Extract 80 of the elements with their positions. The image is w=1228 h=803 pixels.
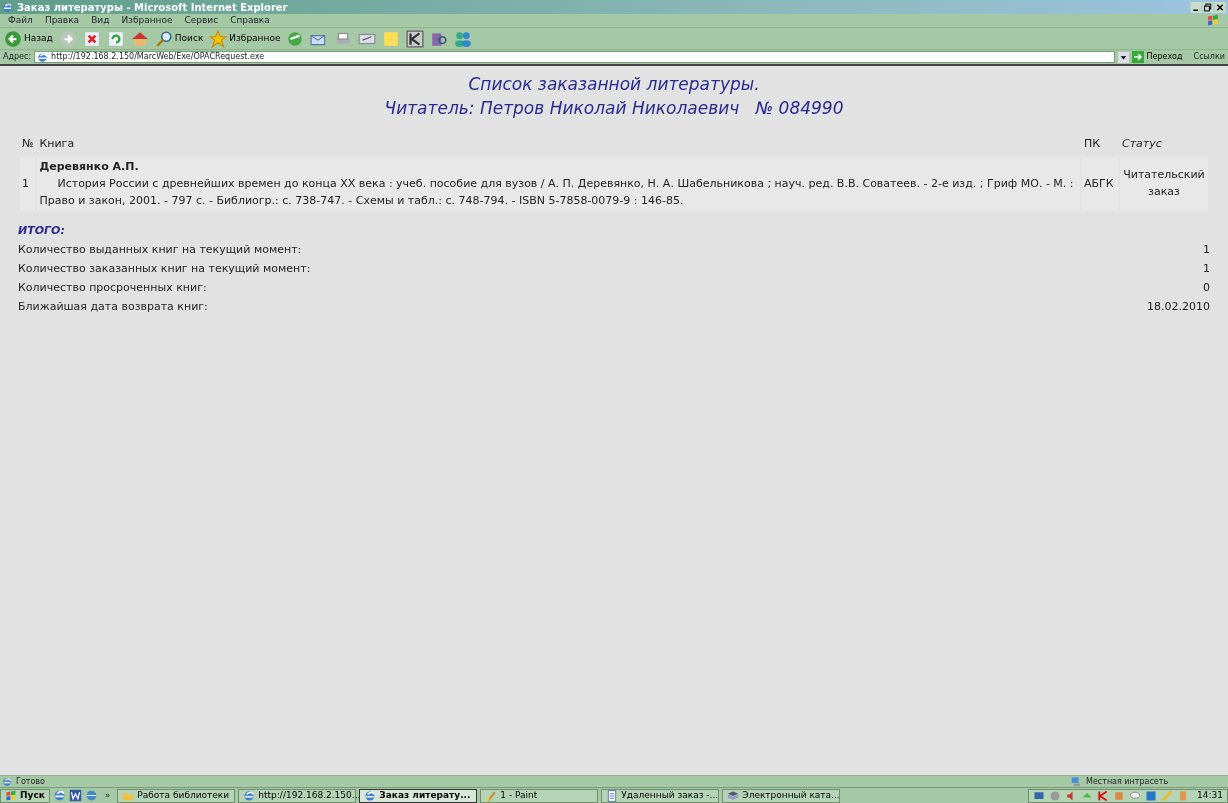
column-header: ПК [1083, 136, 1102, 152]
summary-label: Количество просроченных книг: [18, 279, 207, 296]
media-icon[interactable] [286, 29, 305, 48]
tray-icon [1033, 789, 1046, 802]
back-button[interactable]: Назад [4, 29, 53, 48]
address-label: Адрес: [3, 51, 32, 63]
menu-item[interactable]: Избранное [121, 13, 173, 28]
summary-label: Ближайшая дата возврата книг: [18, 298, 208, 315]
refresh-icon[interactable] [106, 29, 125, 48]
table-cell: 1 [20, 156, 36, 211]
summary-value: 1 [1203, 260, 1210, 277]
arrow-icon [1132, 51, 1145, 63]
summary-value: 18.02.2010 [1147, 298, 1210, 315]
go-button[interactable]: Переход [1132, 51, 1183, 63]
stop-icon[interactable] [82, 29, 101, 48]
page-icon [2, 776, 12, 787]
forward-icon[interactable] [58, 29, 77, 48]
browser-icon [364, 789, 377, 802]
author-name: Деревянко А.П. [39, 158, 140, 175]
summary-label: Количество заказанных книг на текущий момент: [18, 260, 311, 277]
browser-icon [2, 1, 13, 13]
taskbar-button[interactable]: Работа библиотеки [117, 788, 236, 803]
menu-item[interactable]: Правка [44, 13, 80, 28]
address-field[interactable]: http://192.168.2.150/MarcWeb/Exe/OPACRequest.exe [34, 51, 1116, 63]
menu-item[interactable]: Файл [8, 13, 33, 28]
restore-icon[interactable] [1202, 1, 1214, 13]
book-description: История России с древнейших времен до конца XX века : учеб. пособие для вузов / А. П. Деревянко, Н. А. Шабельникова ; науч. ред. В.В. Соватеев. - 2-е изд. ; Гриф МО. - М. : Право и закон, 2001. - 797 с. - Библиогр.: с. 738-747. - Схемы и табл.: с. 748-794. - ISBN 5-7858-0079-9 : 146-85. [39, 176, 1075, 209]
totals-title: ИТОГО: [18, 223, 66, 239]
minimize-icon[interactable] [1190, 1, 1202, 13]
windows-logo-icon [1206, 14, 1220, 27]
book-icon [727, 789, 740, 802]
search-icon [154, 29, 173, 48]
table-cell: Читательский заказ [1120, 156, 1208, 211]
star-icon [209, 29, 228, 48]
page-icon [37, 51, 49, 63]
page-heading: Список заказанной литературы. [467, 73, 761, 96]
document-icon [606, 789, 619, 802]
back-icon [4, 29, 22, 48]
more-button[interactable]: » [104, 788, 111, 803]
start-button[interactable]: Пуск [0, 788, 50, 803]
taskbar-button[interactable]: http://192.168.2.150... [238, 788, 357, 803]
table-cell: АБГК [1082, 156, 1118, 211]
k-icon[interactable] [406, 29, 425, 48]
summary-value: 0 [1203, 279, 1210, 296]
menu-item[interactable]: Справка [230, 13, 270, 28]
tray-icon [1145, 789, 1158, 802]
word-icon[interactable] [68, 789, 82, 802]
window-title: Заказ литературы - Microsoft Internet Explorer [17, 0, 288, 15]
summary-label: Количество выданных книг на текущий момент: [18, 241, 302, 258]
tray-icon [1097, 789, 1110, 802]
tray-icon [1129, 789, 1142, 802]
column-header: № [21, 136, 35, 152]
windows-logo-icon [5, 789, 17, 802]
search-button[interactable]: Поиск [154, 29, 204, 48]
taskbar-button[interactable]: Заказ литерату... [359, 788, 478, 803]
menu-item[interactable]: Вид [91, 13, 110, 28]
column-header: Книга [38, 136, 76, 152]
links-button[interactable]: Ссылки [1193, 51, 1225, 63]
close-icon[interactable] [1214, 1, 1226, 13]
page-heading: Читатель: Петров Николай Николаевич № 084990 [383, 97, 845, 120]
browser-icon [243, 789, 256, 802]
taskbar-button[interactable]: 1 - Paint [480, 788, 599, 803]
tray-icon [1113, 789, 1126, 802]
network-icon [1071, 776, 1082, 787]
column-header: Статус [1121, 136, 1163, 152]
dropdown-icon[interactable] [1118, 51, 1130, 63]
zone-text: Местная интрасеть [1086, 775, 1170, 788]
favorites-button[interactable]: Избранное [209, 29, 281, 48]
globe-icon[interactable] [84, 789, 98, 802]
tray-icon [1161, 789, 1174, 802]
clock-text: 14:31 [1197, 788, 1223, 802]
menu-item[interactable]: Сервис [184, 13, 219, 28]
paint-icon [485, 789, 498, 802]
status-text: Готово [16, 775, 46, 788]
taskbar-button[interactable]: Электронный ката... [722, 788, 841, 803]
people-icon[interactable] [454, 29, 473, 48]
summary-value: 1 [1203, 241, 1210, 258]
browser-icon[interactable] [52, 789, 66, 802]
taskbar-button[interactable]: Удаленный заказ -... [601, 788, 720, 803]
tray-icon [1049, 789, 1062, 802]
